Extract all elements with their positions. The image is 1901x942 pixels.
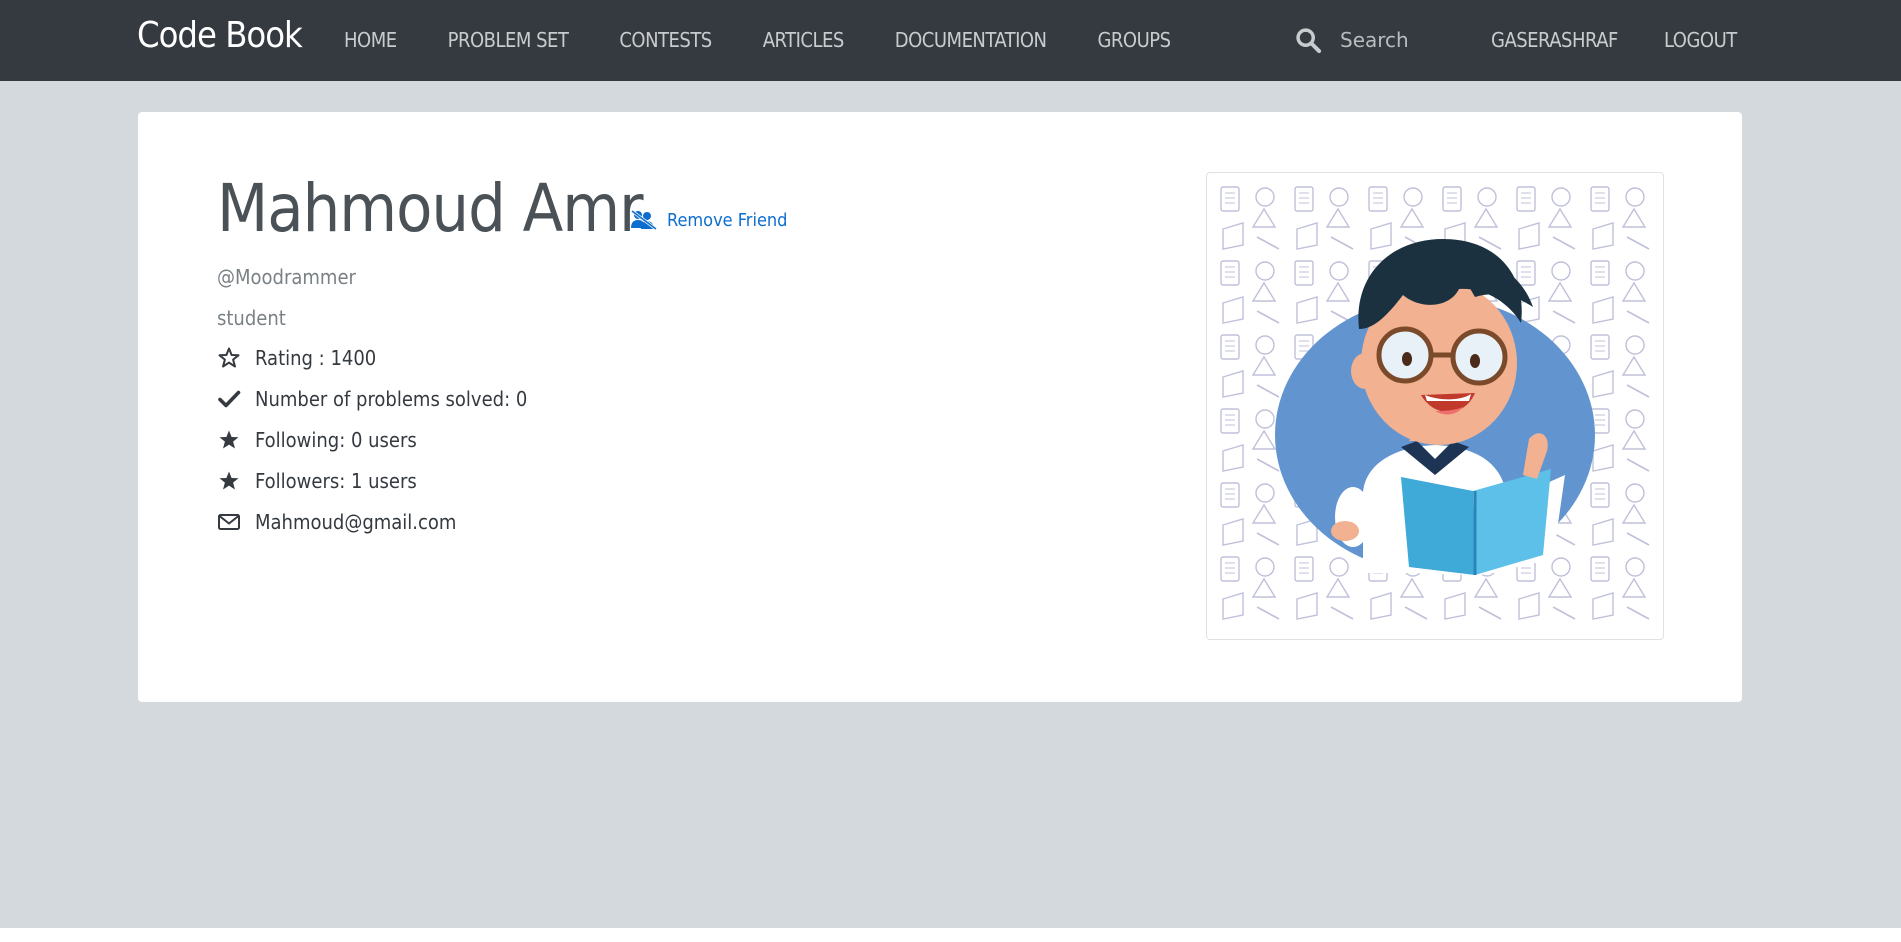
stat-problems-label: Number of problems solved: 0 <box>255 387 528 411</box>
nav-articles[interactable]: ARTICLES <box>763 28 845 52</box>
profile-role: student <box>217 306 286 330</box>
search-icon[interactable] <box>1294 26 1322 54</box>
stat-rating: Rating : 1400 <box>217 346 376 370</box>
profile-name: Mahmoud Amr <box>217 170 643 247</box>
star-icon <box>219 471 239 490</box>
nav-problem-set[interactable]: PROBLEM SET <box>448 28 569 52</box>
nav-contests[interactable]: CONTESTS <box>619 28 712 52</box>
nav-documentation[interactable]: DOCUMENTATION <box>895 28 1047 52</box>
envelope-icon <box>218 514 240 530</box>
stat-problems-solved: Number of problems solved: 0 <box>217 387 527 411</box>
check-icon <box>218 390 241 408</box>
avatar <box>1213 179 1657 623</box>
stat-email: Mahmoud@gmail.com <box>217 510 456 534</box>
profile-card: Mahmoud Amr Remove Friend @Moodrammer st… <box>138 112 1742 702</box>
brand-logo[interactable]: Code Book <box>137 15 303 56</box>
nav-groups[interactable]: GROUPS <box>1097 28 1171 52</box>
logout-link[interactable]: LOGOUT <box>1664 28 1737 52</box>
stat-followers-label: Followers: 1 users <box>255 469 417 493</box>
profile-handle: @Moodrammer <box>217 265 356 289</box>
stat-following-label: Following: 0 users <box>255 428 417 452</box>
stat-rating-label: Rating : 1400 <box>255 346 377 370</box>
stat-email-label[interactable]: Mahmoud@gmail.com <box>255 510 456 534</box>
navbar: Code Book HOME PROBLEM SET CONTESTS ARTI… <box>0 0 1901 81</box>
remove-friend-button[interactable]: Remove Friend <box>630 209 787 231</box>
star-icon <box>219 430 239 449</box>
nav-username[interactable]: GASERASHRAF <box>1491 28 1618 52</box>
search-input[interactable] <box>1340 24 1470 56</box>
stat-following: Following: 0 users <box>217 428 417 452</box>
remove-friend-label: Remove Friend <box>667 209 788 231</box>
stat-followers: Followers: 1 users <box>217 469 417 493</box>
footer <box>0 928 1901 942</box>
user-remove-icon <box>631 209 657 231</box>
avatar-frame <box>1206 172 1664 640</box>
nav-links: HOME PROBLEM SET CONTESTS ARTICLES DOCUM… <box>344 28 1222 52</box>
star-outline-icon <box>218 347 240 368</box>
nav-home[interactable]: HOME <box>344 28 397 52</box>
